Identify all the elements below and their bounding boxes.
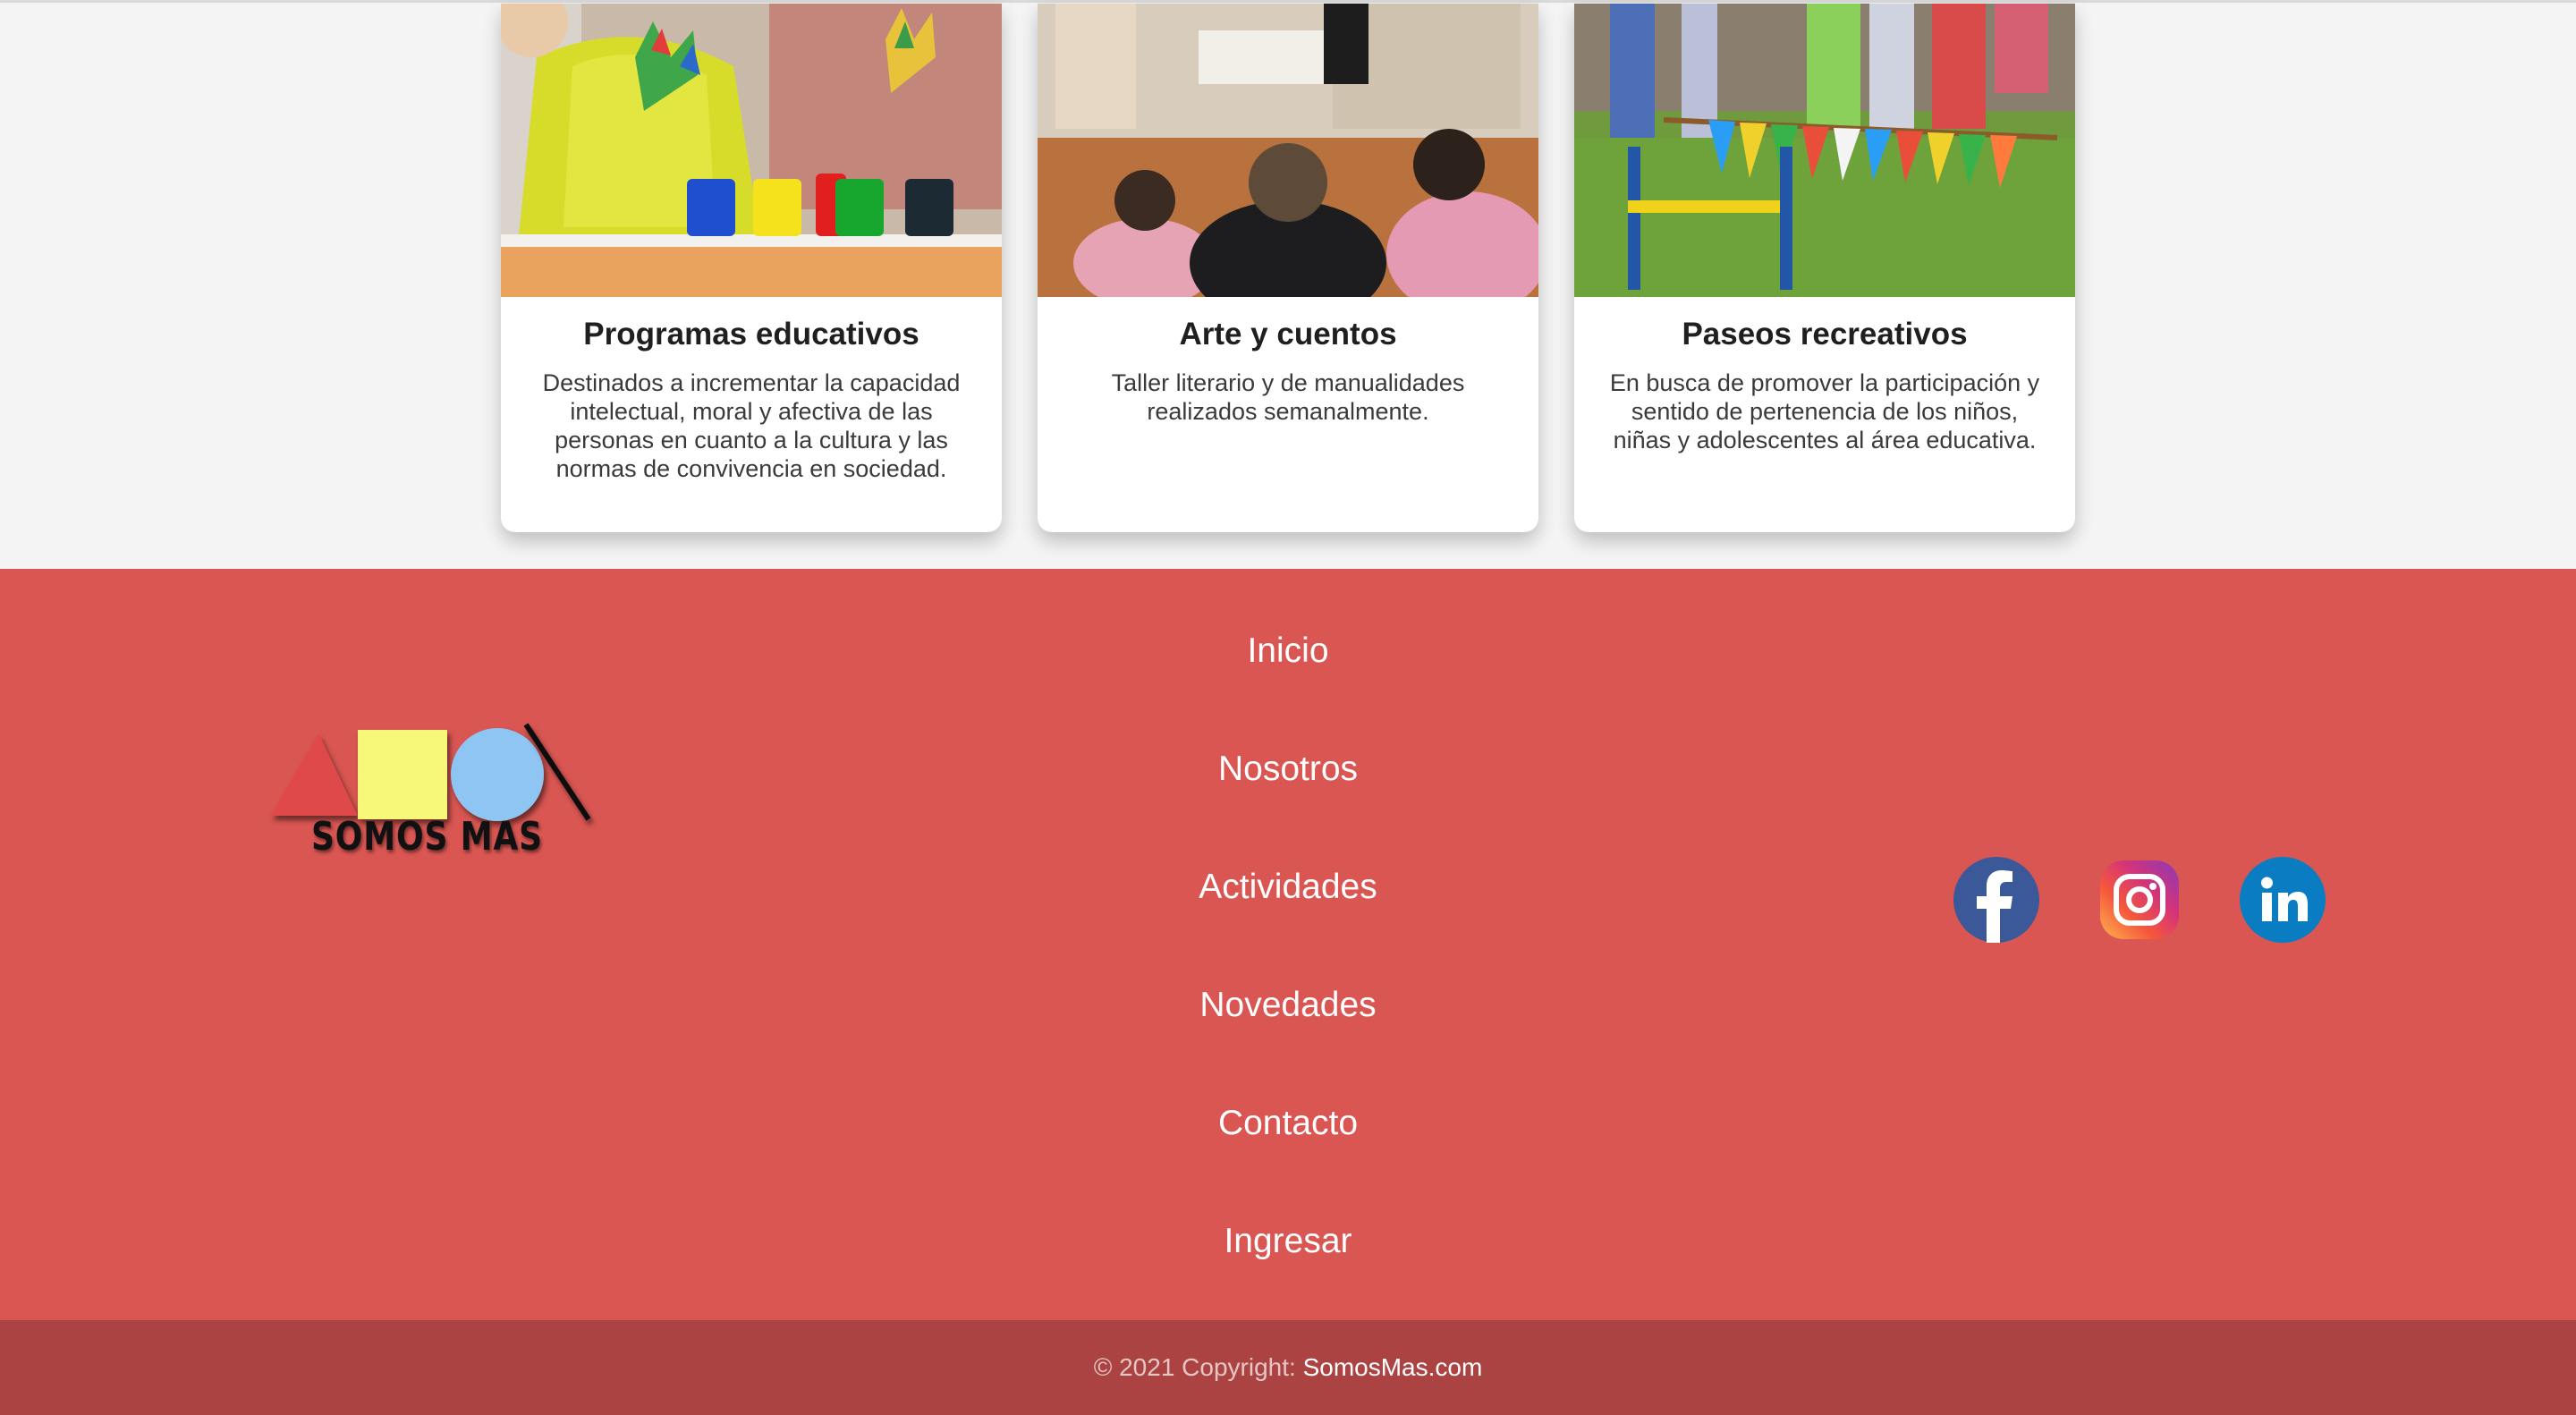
linkedin-icon[interactable] <box>2240 857 2326 943</box>
card-image-outdoor-bunting <box>1574 4 2075 297</box>
copyright-brand-link[interactable]: SomosMas.com <box>1303 1353 1483 1381</box>
logo-square <box>358 730 447 819</box>
card-title: Programas educativos <box>583 317 919 352</box>
footer-link-nosotros[interactable]: Nosotros <box>1109 750 1467 789</box>
copyright-bar: © 2021 Copyright: SomosMas.com <box>0 1320 2576 1415</box>
footer-link-actividades[interactable]: Actividades <box>1109 868 1467 907</box>
activities-cards: Programas educativos Destinados a increm… <box>0 0 2576 569</box>
logo-circle <box>451 728 544 821</box>
site-footer: SOMOS MAS Inicio Nosotros Actividades No… <box>0 569 2576 1320</box>
footer-link-novedades[interactable]: Novedades <box>1109 986 1467 1025</box>
card-description: En busca de promover la participación y … <box>1609 369 2040 453</box>
logo-text: SOMOS MAS <box>311 814 543 860</box>
card-image-children-painting <box>501 4 1002 297</box>
activity-card-arte[interactable]: Arte y cuentos Taller literario y de man… <box>1038 4 1538 532</box>
footer-link-inicio[interactable]: Inicio <box>1109 631 1467 671</box>
instagram-icon[interactable] <box>2097 857 2182 943</box>
card-description: Taller literario y de manualidades reali… <box>1111 369 1465 425</box>
card-title: Arte y cuentos <box>1179 317 1397 352</box>
footer-link-contacto[interactable]: Contacto <box>1109 1104 1467 1143</box>
card-title: Paseos recreativos <box>1682 317 1968 352</box>
activity-card-programas[interactable]: Programas educativos Destinados a increm… <box>501 4 1002 532</box>
somos-mas-logo[interactable]: SOMOS MAS <box>265 717 605 869</box>
copyright-text: © 2021 Copyright: <box>1093 1353 1296 1381</box>
activity-card-paseos[interactable]: Paseos recreativos En busca de promover … <box>1574 4 2075 532</box>
facebook-icon[interactable] <box>1953 857 2039 943</box>
footer-link-ingresar[interactable]: Ingresar <box>1109 1222 1467 1261</box>
logo-triangle <box>270 733 358 816</box>
card-image-children-storytelling <box>1038 4 1538 297</box>
card-description: Destinados a incrementar la capacidad in… <box>542 369 961 482</box>
